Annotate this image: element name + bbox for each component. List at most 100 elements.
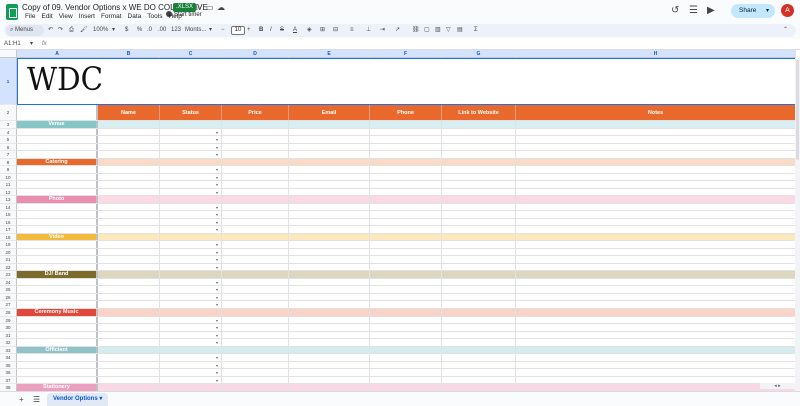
cell[interactable] [516,256,796,263]
cell[interactable] [17,151,98,158]
borders-icon[interactable]: ⊞ [320,24,325,37]
cell[interactable] [17,354,98,361]
status-dropdown-cell[interactable]: ▾ [160,256,222,263]
cell[interactable] [17,248,98,256]
cell[interactable] [98,226,160,233]
cell[interactable] [222,233,289,241]
horizontal-scroll-arrows[interactable]: ◂ ▸ [760,383,795,389]
row-header[interactable]: 1 [0,58,17,105]
cell[interactable] [370,188,442,196]
cell[interactable] [222,226,289,233]
meet-icon[interactable]: ▶ [707,6,715,16]
cell[interactable] [98,181,160,188]
cell[interactable] [222,301,289,308]
row-header[interactable]: 7 [0,151,17,159]
column-title[interactable]: Email [289,105,370,120]
row-header[interactable]: 35 [0,361,17,370]
row-header[interactable]: 9 [0,166,17,174]
blank-header-cell[interactable] [17,105,98,120]
column-header-b[interactable]: B [98,50,160,58]
status-dropdown-cell[interactable]: ▾ [160,286,222,293]
cell[interactable] [289,346,370,354]
cell[interactable] [370,339,442,346]
chevron-down-icon[interactable]: ▾ [216,219,218,226]
menu-item-edit[interactable]: Edit [38,13,55,21]
cell[interactable] [222,271,289,278]
cell[interactable] [289,158,370,166]
cell[interactable] [442,263,516,271]
cell[interactable] [98,136,160,143]
chevron-down-icon[interactable]: ▾ [216,317,218,324]
menu-item-format[interactable]: Format [98,13,125,21]
zoom-select[interactable]: 100% [93,24,108,37]
cell[interactable] [160,271,222,278]
cell[interactable] [442,143,516,151]
cell[interactable] [516,271,796,278]
cell[interactable] [17,316,98,324]
cell[interactable] [222,241,289,248]
cell[interactable] [289,271,370,278]
cell[interactable] [516,369,796,376]
cell[interactable] [370,278,442,286]
cell[interactable] [516,241,796,248]
cell[interactable] [17,331,98,339]
row-header[interactable]: 33 [0,346,17,355]
row-header[interactable]: 19 [0,241,17,249]
cell[interactable] [370,309,442,316]
logo-row[interactable] [17,58,796,105]
chevron-down-icon[interactable]: ▾ [216,241,218,248]
cell[interactable] [222,376,289,384]
status-dropdown-cell[interactable]: ▾ [160,331,222,339]
cell[interactable] [516,309,796,316]
row-header[interactable]: 16 [0,218,17,227]
cell[interactable] [442,293,516,301]
cell[interactable] [160,121,222,128]
cell[interactable] [222,196,289,203]
cell[interactable] [289,316,370,324]
cell[interactable] [222,211,289,218]
text-rotation-icon[interactable]: ↗ [395,24,400,37]
scrollbar-thumb[interactable] [796,60,799,160]
cell[interactable] [289,166,370,173]
text-color-icon[interactable]: A [293,24,297,37]
cell[interactable] [222,331,289,339]
row-header[interactable]: 36 [0,369,17,377]
cell[interactable] [289,151,370,158]
cell[interactable] [17,211,98,218]
cell[interactable] [442,286,516,293]
row-header[interactable]: 27 [0,301,17,309]
cell[interactable] [98,316,160,324]
cell[interactable] [370,151,442,158]
cell[interactable] [222,166,289,173]
row-header[interactable]: 21 [0,256,17,264]
cell[interactable] [160,309,222,316]
cell[interactable] [516,316,796,324]
cell[interactable] [289,226,370,233]
cell[interactable] [370,369,442,376]
cell[interactable] [516,188,796,196]
row-header[interactable]: 12 [0,188,17,197]
chevron-down-icon[interactable]: ▾ [216,294,218,301]
status-dropdown-cell[interactable]: ▾ [160,354,222,361]
cell[interactable] [442,151,516,158]
fill-color-icon[interactable]: ◈ [307,24,312,37]
cell[interactable] [222,203,289,211]
status-dropdown-cell[interactable]: ▾ [160,181,222,188]
cell[interactable] [160,196,222,203]
cell[interactable] [222,324,289,331]
cell[interactable] [98,339,160,346]
undo-icon[interactable]: ↶ [48,24,53,37]
chevron-down-icon[interactable]: ▾ [216,181,218,188]
cell[interactable] [289,181,370,188]
cell[interactable] [516,196,796,203]
cell[interactable] [98,203,160,211]
row-header[interactable]: 17 [0,226,17,234]
cell[interactable] [98,354,160,361]
cell[interactable] [442,339,516,346]
cell[interactable] [98,188,160,196]
cell[interactable] [222,181,289,188]
cell[interactable] [516,166,796,173]
cell[interactable] [442,369,516,376]
chevron-down-icon[interactable]: ▾ [216,166,218,173]
status-dropdown-cell[interactable]: ▾ [160,128,222,136]
